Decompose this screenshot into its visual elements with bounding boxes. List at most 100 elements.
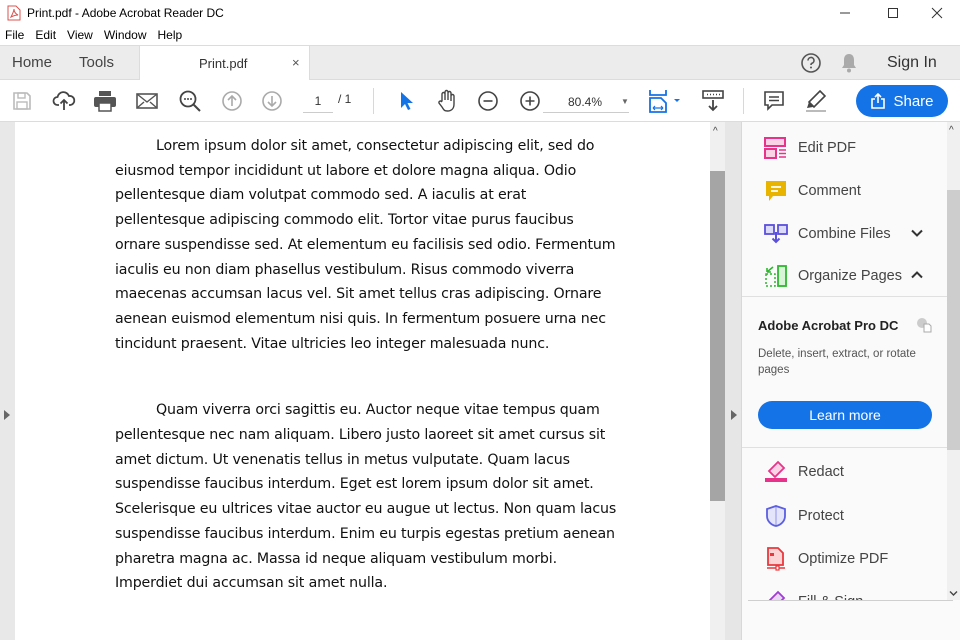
chevron-up-icon[interactable] (910, 268, 924, 286)
tools-pane-scrollbar[interactable]: ^ (947, 122, 960, 600)
chevron-down-icon[interactable] (910, 226, 924, 244)
toolbar-divider (743, 88, 744, 114)
hand-icon[interactable] (434, 88, 460, 114)
paragraph: Quam viverra orci sagittis eu. Auctor ne… (115, 398, 675, 596)
text-line: Lorem ipsum dolor sit amet, consectetur … (156, 138, 595, 154)
page-down-icon[interactable] (259, 88, 285, 114)
text-line: iaculis eu non diam phasellus vestibulum… (115, 261, 575, 278)
tool-redact[interactable]: Redact (742, 452, 947, 492)
tool-label: Protect (798, 508, 844, 524)
page-up-icon[interactable] (219, 88, 245, 114)
close-tab-icon[interactable]: × (292, 55, 300, 70)
text-line: Scelerisque eu ultrices vitae auctor eu … (115, 501, 617, 518)
tool-protect[interactable]: Protect (742, 496, 947, 536)
menu-file[interactable]: File (0, 28, 30, 42)
print-icon[interactable] (92, 88, 118, 114)
tools-pane: Edit PDF Comment Combine Files Organize … (742, 122, 947, 600)
zoom-dropdown-icon: ▼ (621, 97, 629, 106)
text-line: tincidunt praesent. Vitae ultricies leo … (115, 335, 550, 352)
toolbar-divider (373, 88, 374, 114)
text-line: aenean euismod elementum nisi quis. In f… (115, 310, 606, 327)
scroll-up-icon[interactable]: ^ (713, 126, 718, 137)
save-icon[interactable] (9, 88, 35, 114)
menu-bar: File Edit View Window Help (0, 25, 960, 45)
tool-label: Edit PDF (798, 140, 857, 156)
total-pages-label: / 1 (338, 92, 352, 106)
notifications-bell-icon[interactable] (839, 52, 859, 74)
comment-icon[interactable] (761, 88, 787, 114)
share-button[interactable]: Share (856, 85, 948, 117)
zoom-level-select[interactable]: 80.4% ▼ (543, 91, 629, 113)
help-icon[interactable] (800, 52, 822, 74)
tab-document[interactable]: Print.pdf × (139, 46, 310, 80)
tool-combine-files[interactable]: Combine Files (742, 214, 947, 254)
redact-icon (764, 460, 788, 484)
scroll-mode-icon[interactable] (700, 88, 726, 114)
zoom-level-value: 80.4% (568, 94, 603, 109)
tools-pane-footer (742, 600, 960, 640)
document-viewer: Lorem ipsum dolor sit amet, consectetur … (15, 122, 710, 640)
edit-pdf-icon (764, 136, 788, 160)
fill-sign-icon (764, 590, 788, 600)
learn-more-button[interactable]: Learn more (758, 401, 932, 429)
zoom-in-icon[interactable] (517, 88, 543, 114)
optimize-pdf-icon (764, 547, 788, 571)
pro-badge-icon (916, 317, 932, 338)
email-icon[interactable] (134, 88, 160, 114)
toolbar: 1 / 1 80.4% ▼ Share (0, 80, 960, 122)
promo-title: Adobe Acrobat Pro DC (758, 318, 899, 333)
paragraph: Lorem ipsum dolor sit amet, consectetur … (115, 134, 675, 356)
text-line: suspendisse faucibus interdum. Eget est … (115, 476, 594, 493)
tools-pane-scrollbar-thumb[interactable] (947, 190, 960, 450)
document-tab-label: Print.pdf (199, 55, 248, 71)
left-panel-toggle[interactable] (0, 122, 15, 640)
menu-help[interactable]: Help (153, 28, 189, 42)
right-panel-toggle[interactable] (725, 122, 742, 640)
text-line: pellentesque diam volutpat commodo sed. … (115, 187, 527, 204)
tool-edit-pdf[interactable]: Edit PDF (742, 128, 947, 168)
acrobat-pdf-icon (6, 5, 22, 21)
scroll-up-icon[interactable]: ^ (949, 125, 954, 136)
tool-optimize-pdf[interactable]: Optimize PDF (742, 539, 947, 579)
text-line: amet dictum. Ut venenatis tellus in metu… (115, 451, 570, 468)
expand-left-panel-icon (4, 410, 10, 420)
menu-window[interactable]: Window (99, 28, 153, 42)
share-icon (871, 93, 886, 109)
tool-label: Comment (798, 183, 861, 199)
tool-comment[interactable]: Comment (742, 171, 947, 211)
menu-view[interactable]: View (62, 28, 99, 42)
tool-label: Organize Pages (798, 268, 902, 284)
text-line: pharetra magna ac. Massa id neque aliqua… (115, 550, 557, 567)
sign-in-link[interactable]: Sign In (887, 46, 937, 79)
text-line: eiusmod tempor incididunt ut labore et d… (115, 162, 577, 179)
tab-home[interactable]: Home (12, 46, 52, 79)
current-page-input[interactable]: 1 (303, 91, 333, 113)
tool-fill-sign[interactable]: Fill & Sign (742, 582, 947, 600)
share-label: Share (893, 92, 934, 110)
tool-organize-pages[interactable]: Organize Pages (742, 256, 947, 296)
search-icon[interactable] (177, 88, 203, 114)
comment-tool-icon (764, 179, 788, 203)
text-line: ornare suspendisse sed. At elementum eu … (115, 236, 616, 253)
protect-shield-icon (764, 504, 788, 528)
window-title: Print.pdf - Adobe Acrobat Reader DC (27, 5, 224, 20)
menu-edit[interactable]: Edit (30, 28, 62, 42)
highlight-icon[interactable] (803, 88, 829, 114)
organize-pages-icon (764, 264, 788, 288)
close-window-button[interactable] (914, 0, 960, 25)
minimize-button[interactable] (822, 0, 868, 25)
scroll-down-icon[interactable] (949, 584, 958, 602)
tab-bar: Home Tools Print.pdf × Sign In (0, 45, 960, 80)
fit-page-icon[interactable] (646, 88, 682, 114)
upload-cloud-icon[interactable] (51, 88, 77, 114)
zoom-out-icon[interactable] (475, 88, 501, 114)
maximize-button[interactable] (870, 0, 916, 25)
document-scrollbar-thumb[interactable] (710, 171, 725, 501)
select-cursor-icon[interactable] (393, 88, 419, 114)
document-scrollbar[interactable]: ^ (710, 122, 725, 640)
text-line: Quam viverra orci sagittis eu. Auctor ne… (156, 402, 600, 419)
promo-description: Delete, insert, extract, or rotate pages (758, 348, 916, 376)
tab-tools[interactable]: Tools (79, 46, 114, 79)
collapse-right-panel-icon (731, 410, 737, 420)
text-line: Imperdiet dui accumsan sit amet nulla. (115, 575, 388, 592)
